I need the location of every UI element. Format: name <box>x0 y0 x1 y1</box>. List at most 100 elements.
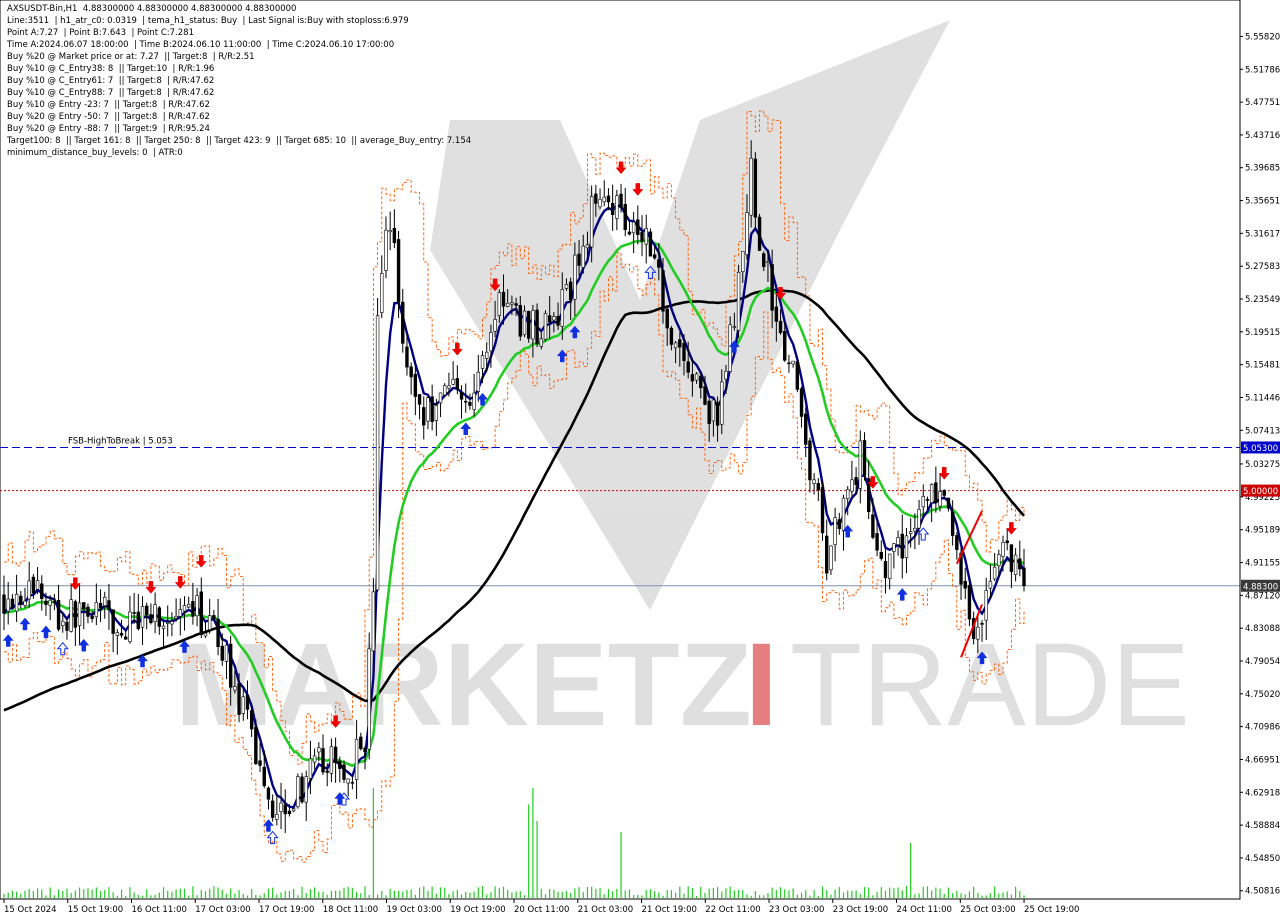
candle-body <box>363 747 367 753</box>
candle-body <box>19 595 23 605</box>
candle-body <box>342 764 346 780</box>
candle-body <box>409 366 413 378</box>
candle-body <box>443 385 447 396</box>
candle-body <box>430 396 434 422</box>
candle-body <box>913 527 917 532</box>
price-tag-text: 4.88300 <box>1243 582 1278 592</box>
candle-body <box>883 561 888 579</box>
candle-body <box>103 596 107 607</box>
candle-body <box>291 808 296 812</box>
candle-body <box>132 612 136 614</box>
candle-body <box>543 313 548 340</box>
candle-body <box>119 632 124 636</box>
candle-body <box>65 621 69 631</box>
candle-body <box>741 250 745 272</box>
candle-body <box>98 602 103 609</box>
candle-body <box>908 531 913 534</box>
candle-body <box>808 440 812 481</box>
candle-body <box>199 591 203 635</box>
price-tick-label: 5.55820 <box>1245 32 1280 42</box>
candle-body <box>589 196 594 248</box>
candle-body <box>925 499 930 501</box>
candle-body <box>522 310 527 336</box>
candle-body <box>476 371 481 392</box>
candle-body <box>485 351 489 359</box>
candle-body <box>564 284 569 289</box>
candle-body <box>728 324 732 372</box>
candle-body <box>997 554 1001 567</box>
candle-body <box>472 392 476 410</box>
time-tick-label: 20 Oct 11:00 <box>514 905 569 915</box>
candle-body <box>111 609 115 634</box>
candle-body <box>510 302 514 305</box>
candle-body <box>539 338 543 347</box>
candle-body <box>216 618 220 647</box>
candle-body <box>317 747 321 753</box>
info-line: Buy %20 @ Entry -50: 7 || Target:8 | R/R… <box>7 112 210 122</box>
price-tick-label: 4.54850 <box>1245 854 1280 864</box>
candle-body <box>186 603 191 608</box>
candle-body <box>384 229 388 271</box>
candle-body <box>321 748 325 773</box>
candle-body <box>254 726 258 765</box>
candle-body <box>300 776 304 803</box>
candle-body <box>497 292 502 316</box>
time-tick-label: 25 Oct 19:00 <box>1024 905 1079 915</box>
candle-body <box>61 620 65 627</box>
candle-body <box>157 607 162 627</box>
candle-body <box>1001 542 1005 557</box>
candle-body <box>140 606 145 628</box>
candle-body <box>1022 567 1026 587</box>
candle-body <box>875 533 879 551</box>
info-line: Line:3511 | h1_atr_c0: 0.0319 | tema_h1_… <box>7 16 409 26</box>
candle-body <box>929 484 934 503</box>
candle-body <box>812 479 816 484</box>
candle-body <box>359 736 363 750</box>
candle-body <box>732 326 737 328</box>
price-tick-label: 5.51786 <box>1245 65 1280 75</box>
price-tick-label: 4.95189 <box>1245 526 1280 536</box>
candle-body <box>434 405 439 421</box>
candle-body <box>602 196 606 203</box>
candle-body <box>703 386 707 405</box>
candle-body <box>207 615 212 630</box>
candle-body <box>380 273 384 313</box>
candle-body <box>388 230 392 233</box>
candle-body <box>707 400 711 424</box>
candle-body <box>90 616 94 619</box>
info-line: Buy %10 @ C_Entry88: 7 || Target:8 | R/R… <box>7 88 215 98</box>
time-tick-label: 22 Oct 11:00 <box>705 905 760 915</box>
candle-body <box>489 332 493 352</box>
candle-body <box>396 239 401 303</box>
candle-body <box>401 301 405 344</box>
candle-body <box>52 601 57 603</box>
time-tick-label: 16 Oct 11:00 <box>132 905 187 915</box>
candle-body <box>992 566 997 580</box>
candle-body <box>237 683 241 715</box>
candle-body <box>266 787 271 800</box>
candle-body <box>535 309 539 344</box>
candle-body <box>669 327 674 345</box>
candle-body <box>304 776 308 803</box>
price-tag-text: 5.00000 <box>1243 487 1278 497</box>
candle-body <box>955 535 959 550</box>
info-line: Buy %10 @ Entry -23: 7 || Target:8 | R/R… <box>7 100 210 110</box>
candle-body <box>23 600 27 606</box>
candle-body <box>795 361 800 390</box>
candle-body <box>73 601 78 628</box>
candle-body <box>1018 558 1022 570</box>
candle-body <box>762 253 766 268</box>
candle-body <box>392 227 397 244</box>
candle-body <box>980 623 984 625</box>
candle-body <box>690 374 695 382</box>
candle-body <box>270 800 275 818</box>
candle-body <box>1005 540 1009 544</box>
candle-body <box>770 264 774 311</box>
price-tick-label: 5.43716 <box>1245 131 1280 141</box>
candle-body <box>40 583 44 600</box>
price-tick-label: 4.58884 <box>1245 821 1280 831</box>
candle-body <box>829 545 833 571</box>
candle-body <box>464 400 468 403</box>
watermark-text-trade: TRADE <box>790 619 1190 751</box>
candle-body <box>346 778 350 784</box>
